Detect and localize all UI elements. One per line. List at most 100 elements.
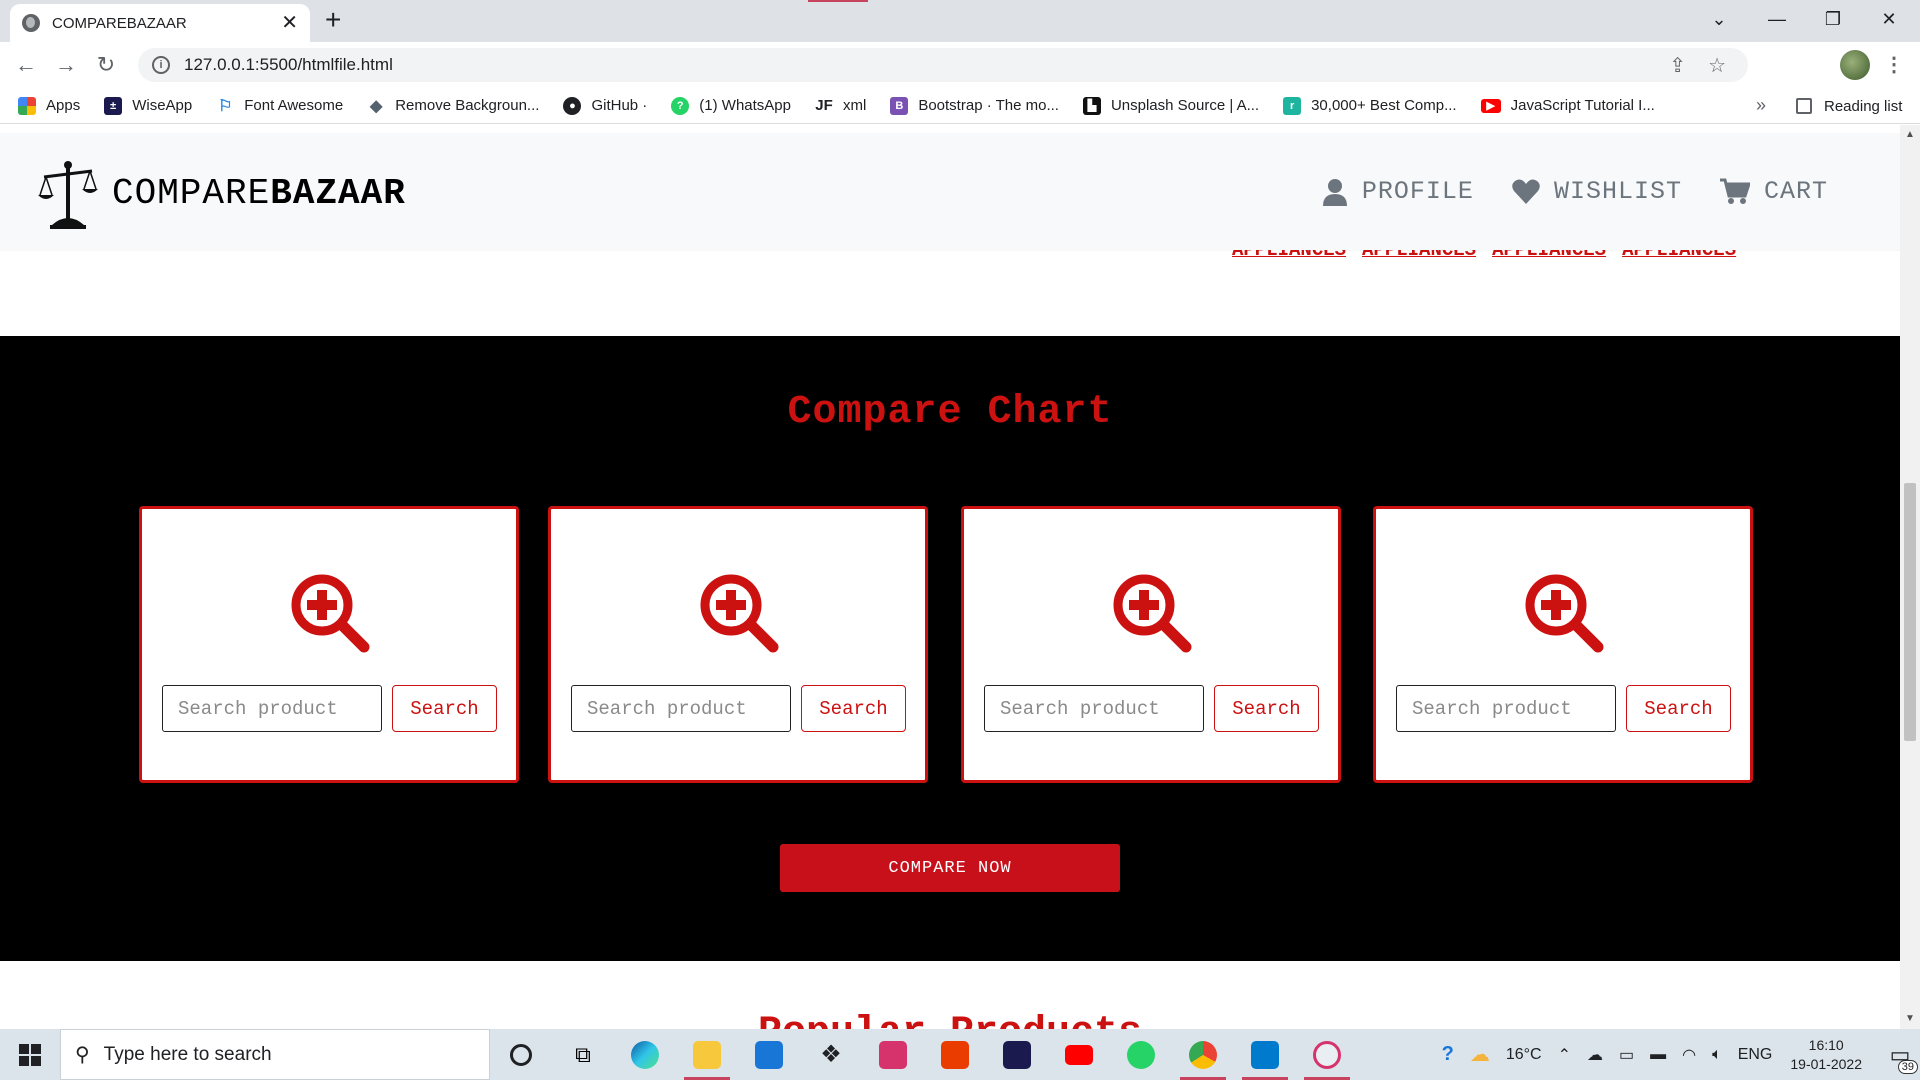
whatsapp-taskbar-icon[interactable] — [1110, 1029, 1172, 1080]
heart-icon — [1512, 179, 1540, 204]
browser-tabbar: COMPAREBAZAAR ✕ + ⌄ — ❐ ✕ — [0, 0, 1920, 42]
share-icon[interactable]: ⇪ — [1669, 53, 1686, 78]
help-icon[interactable]: ? — [1442, 1043, 1454, 1066]
bookmark-github[interactable]: ● GitHub · — [563, 96, 648, 115]
volume-icon[interactable]: 🔈︎ — [1712, 1046, 1722, 1064]
site-info-icon[interactable]: i — [152, 56, 170, 74]
battery-icon[interactable]: ▬ — [1650, 1046, 1666, 1064]
bookmark-font-awesome[interactable]: ⚐ Font Awesome — [216, 97, 343, 115]
close-window-button[interactable]: ✕ — [1864, 0, 1914, 38]
scroll-up-icon[interactable]: ▲ — [1905, 129, 1915, 140]
edge-icon[interactable] — [614, 1029, 676, 1080]
taskbar-search[interactable]: ⚲ Type here to search — [60, 1029, 490, 1080]
nav-profile[interactable]: PROFILE — [1322, 177, 1474, 206]
url-text[interactable]: 127.0.0.1:5500/htmlfile.html — [184, 55, 1669, 75]
restore-button[interactable]: ❐ — [1808, 0, 1858, 38]
bookmark-label: Remove Backgroun... — [395, 97, 540, 114]
globe-icon — [22, 14, 40, 32]
file-explorer-icon[interactable] — [676, 1029, 738, 1080]
browser-tab[interactable]: COMPAREBAZAAR ✕ — [10, 4, 310, 42]
onedrive-icon[interactable]: ☁ — [1587, 1045, 1603, 1065]
bookmark-label: GitHub · — [591, 97, 648, 114]
wiseapp-taskbar-icon[interactable] — [986, 1029, 1048, 1080]
scroll-down-icon[interactable]: ▼ — [1905, 1013, 1915, 1024]
mail-icon[interactable] — [738, 1029, 800, 1080]
scrollbar-thumb[interactable] — [1904, 483, 1916, 741]
cart-icon — [1719, 178, 1750, 204]
tab-title: COMPAREBAZAAR — [52, 14, 187, 32]
forward-button[interactable]: → — [46, 52, 86, 78]
vscode-icon[interactable] — [1234, 1029, 1296, 1080]
bookmark-whatsapp[interactable]: ? (1) WhatsApp — [671, 96, 791, 115]
app-pink-icon[interactable] — [862, 1029, 924, 1080]
zoom-in-icon[interactable] — [288, 571, 372, 655]
github-icon: ● — [563, 96, 582, 115]
device-icon[interactable]: ▭ — [1619, 1045, 1634, 1065]
nav-cart[interactable]: CART — [1719, 177, 1828, 206]
bookmark-bootstrap[interactable]: B Bootstrap · The mo... — [890, 96, 1059, 115]
omnibox[interactable]: i 127.0.0.1:5500/htmlfile.html ⇪ ☆ — [138, 48, 1748, 82]
more-bookmarks-icon[interactable]: » — [1756, 95, 1766, 116]
reading-list-label: Reading list — [1824, 97, 1903, 115]
wifi-icon[interactable]: ◠ — [1682, 1045, 1696, 1065]
bookmark-label: WiseApp — [132, 97, 193, 114]
zoom-in-icon[interactable] — [1522, 571, 1606, 655]
chrome-icon[interactable] — [1172, 1029, 1234, 1080]
minimize-button[interactable]: — — [1752, 0, 1802, 38]
start-button[interactable] — [0, 1029, 60, 1080]
cortana-icon[interactable] — [490, 1029, 552, 1080]
brand-light-text: COMPARE — [112, 173, 271, 214]
weather-icon[interactable]: ☁ — [1470, 1042, 1490, 1067]
language-indicator[interactable]: ENG — [1738, 1046, 1773, 1064]
search-button[interactable]: Search — [392, 685, 497, 732]
search-product-input[interactable] — [1396, 685, 1616, 732]
bookmark-star-icon[interactable]: ☆ — [1708, 53, 1726, 78]
compare-now-button[interactable]: COMPARE NOW — [780, 844, 1120, 892]
browser-menu-icon[interactable]: ⋮ — [1884, 52, 1904, 77]
bookmark-xml[interactable]: JF xml — [815, 97, 866, 115]
show-hidden-icons-icon[interactable]: ⌃ — [1558, 1045, 1571, 1065]
bookmark-remove-bg[interactable]: ◆ Remove Backgroun... — [367, 97, 539, 115]
page-scrollbar[interactable]: ▲ ▼ — [1900, 125, 1920, 1029]
bookmark-apps[interactable]: Apps — [18, 96, 80, 115]
bookmark-comp[interactable]: r 30,000+ Best Comp... — [1283, 96, 1457, 115]
clock[interactable]: 16:10 19-01-2022 — [1790, 1036, 1862, 1074]
youtube-taskbar-icon[interactable] — [1048, 1029, 1110, 1080]
back-button[interactable]: ← — [6, 52, 46, 78]
search-product-input[interactable] — [571, 685, 791, 732]
search-product-input[interactable] — [984, 685, 1204, 732]
jf-icon: JF — [815, 97, 833, 114]
close-tab-icon[interactable]: ✕ — [281, 13, 298, 33]
scales-logo-icon[interactable] — [38, 159, 98, 231]
bookmark-wiseapp[interactable]: ± WiseApp — [104, 96, 193, 115]
tab-indicator — [808, 0, 868, 2]
flag-icon: ⚐ — [218, 97, 233, 115]
zoom-in-icon[interactable] — [697, 571, 781, 655]
dropbox-icon[interactable]: ❖ — [800, 1029, 862, 1080]
bookmark-unsplash[interactable]: ▙ Unsplash Source | A... — [1082, 96, 1259, 115]
task-view-icon[interactable]: ⧉ — [552, 1029, 614, 1080]
office-icon[interactable] — [924, 1029, 986, 1080]
popular-products-title: Popular Products — [0, 1011, 1900, 1029]
search-button[interactable]: Search — [1214, 685, 1319, 732]
zoom-in-icon[interactable] — [1110, 571, 1194, 655]
bookmark-label: xml — [843, 97, 867, 114]
compare-site-icon: r — [1283, 96, 1302, 115]
brand-name[interactable]: COMPAREBAZAAR — [112, 173, 406, 214]
temperature[interactable]: 16°C — [1506, 1046, 1542, 1064]
nav-wishlist[interactable]: WISHLIST — [1512, 177, 1682, 206]
nav-profile-label: PROFILE — [1361, 177, 1474, 206]
reading-list-button[interactable]: Reading list — [1796, 88, 1902, 124]
paint-icon[interactable] — [1296, 1029, 1358, 1080]
tab-search-icon[interactable]: ⌄ — [1694, 0, 1744, 38]
bootstrap-icon: B — [890, 96, 909, 115]
remove-bg-icon: ◆ — [370, 97, 383, 115]
profile-avatar[interactable] — [1840, 50, 1870, 80]
bookmark-js-tutorial[interactable]: ▶ JavaScript Tutorial I... — [1480, 97, 1655, 114]
search-button[interactable]: Search — [801, 685, 906, 732]
action-center-button[interactable]: ▭ 39 — [1880, 1029, 1920, 1080]
search-product-input[interactable] — [162, 685, 382, 732]
reload-button[interactable]: ↻ — [86, 52, 126, 78]
new-tab-button[interactable]: + — [325, 6, 341, 34]
search-button[interactable]: Search — [1626, 685, 1731, 732]
